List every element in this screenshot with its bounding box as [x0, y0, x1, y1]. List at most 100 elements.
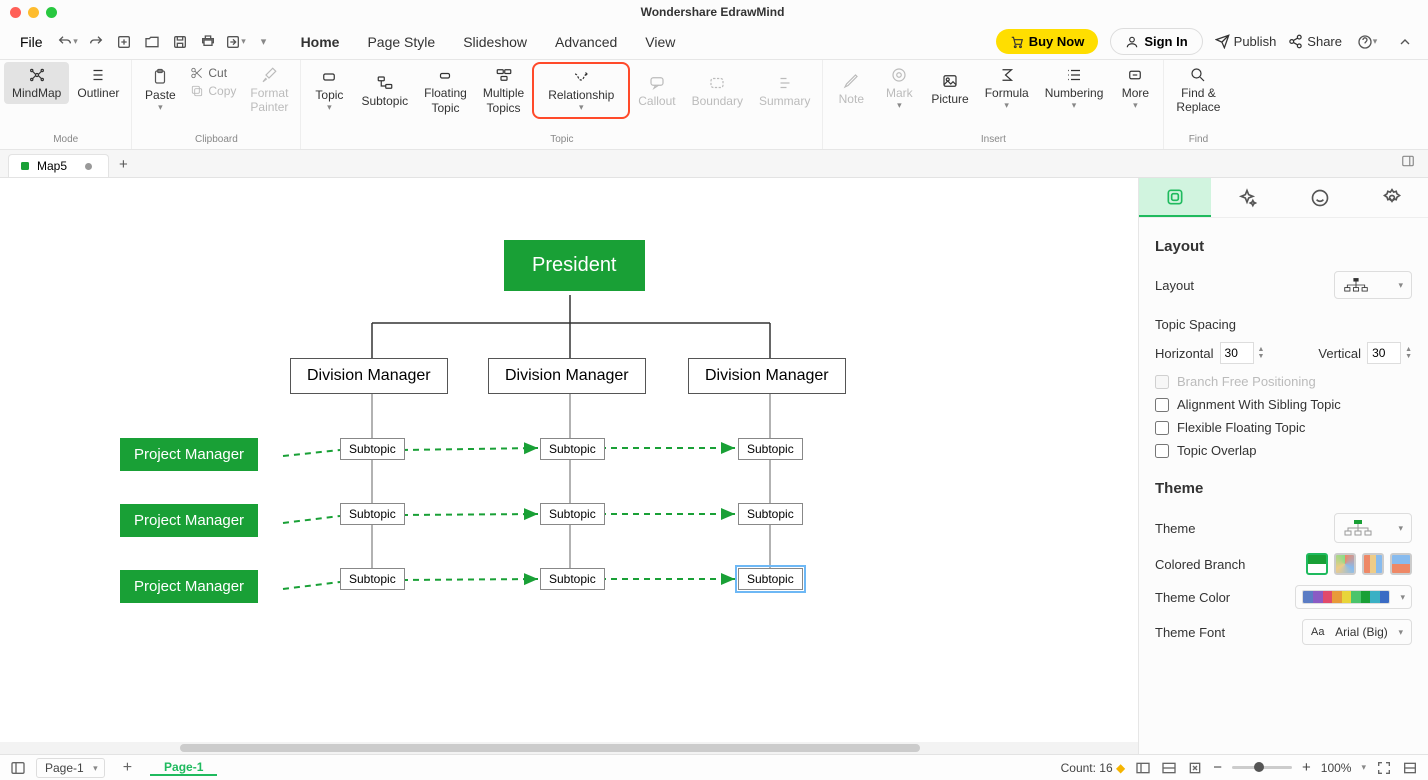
count-label: Count: 16 ◆ [1061, 761, 1126, 775]
theme-selector[interactable]: ▾ [1334, 513, 1412, 543]
format-painter-button[interactable]: Format Painter [242, 62, 296, 119]
collapse-ribbon[interactable] [1392, 29, 1418, 55]
node-subtopic[interactable]: Subtopic [738, 438, 803, 460]
v-down[interactable]: ▼ [1405, 353, 1412, 360]
node-division-1[interactable]: Division Manager [290, 358, 448, 394]
zoom-slider[interactable] [1232, 766, 1292, 769]
zoom-in[interactable]: + [1302, 759, 1311, 776]
picture-button[interactable]: Picture [923, 62, 976, 115]
multiple-topics-button[interactable]: Multiple Topics [475, 62, 532, 119]
align-sibling-checkbox[interactable]: Alignment With Sibling Topic [1155, 397, 1412, 412]
print-button[interactable] [195, 29, 221, 55]
node-subtopic[interactable]: Subtopic [738, 503, 803, 525]
window-maximize[interactable] [46, 7, 57, 18]
copy-button[interactable]: Copy [190, 84, 236, 98]
tab-slideshow[interactable]: Slideshow [461, 28, 529, 56]
summary-button[interactable]: Summary [751, 62, 818, 119]
tab-advanced[interactable]: Advanced [553, 28, 619, 56]
tab-view[interactable]: View [643, 28, 677, 56]
panel-toggle[interactable] [1396, 150, 1420, 177]
export-button[interactable]: ▾ [223, 29, 249, 55]
floating-topic-button[interactable]: Floating Topic [416, 62, 475, 119]
panel-tab-emoji[interactable] [1284, 178, 1356, 217]
node-division-3[interactable]: Division Manager [688, 358, 846, 394]
node-subtopic[interactable]: Subtopic [340, 568, 405, 590]
theme-font-selector[interactable]: Aa Arial (Big) ▾ [1302, 619, 1412, 645]
open-button[interactable] [139, 29, 165, 55]
vertical-spacing-input[interactable] [1367, 342, 1401, 364]
tab-page-style[interactable]: Page Style [365, 28, 437, 56]
formula-button[interactable]: Formula▾ [977, 62, 1037, 115]
outliner-mode[interactable]: Outliner [69, 62, 127, 104]
publish-button[interactable]: Publish [1215, 34, 1277, 49]
more-button[interactable]: More▾ [1111, 62, 1159, 115]
node-subtopic[interactable]: Subtopic [540, 503, 605, 525]
pages-panel-toggle[interactable] [10, 760, 26, 776]
node-subtopic[interactable]: Subtopic [540, 568, 605, 590]
window-close[interactable] [10, 7, 21, 18]
paste-button[interactable]: Paste ▾ [136, 62, 184, 119]
fit-view[interactable] [1187, 760, 1203, 776]
node-project-manager-3[interactable]: Project Manager [120, 570, 258, 603]
collapse-panel-button[interactable] [1402, 760, 1418, 776]
find-replace-button[interactable]: Find & Replace [1168, 62, 1228, 119]
panel-tab-settings[interactable] [1356, 178, 1428, 217]
undo-button[interactable]: ▾ [55, 29, 81, 55]
mindmap-mode[interactable]: MindMap [4, 62, 69, 104]
h-down[interactable]: ▼ [1258, 353, 1265, 360]
numbering-button[interactable]: Numbering▾ [1037, 62, 1112, 115]
branch-style-3[interactable] [1362, 553, 1384, 575]
view-mode-1[interactable] [1135, 760, 1151, 776]
share-button[interactable]: Share [1288, 34, 1342, 49]
node-subtopic[interactable]: Subtopic [340, 503, 405, 525]
cut-button[interactable]: Cut [190, 66, 236, 80]
help-button[interactable]: ▾ [1354, 29, 1380, 55]
file-menu[interactable]: File [10, 28, 53, 56]
flexible-floating-checkbox[interactable]: Flexible Floating Topic [1155, 420, 1412, 435]
layout-selector[interactable]: ▾ [1334, 271, 1412, 299]
find-label: Find & Replace [1176, 86, 1220, 115]
h-up[interactable]: ▲ [1258, 346, 1265, 353]
note-button[interactable]: Note [827, 62, 875, 115]
callout-button[interactable]: Callout [630, 62, 683, 119]
panel-tab-layout[interactable] [1139, 178, 1211, 217]
branch-style-1[interactable] [1306, 553, 1328, 575]
node-division-2[interactable]: Division Manager [488, 358, 646, 394]
document-tab[interactable]: Map5 [8, 154, 109, 177]
page-selector[interactable]: Page-1 ▾ [36, 758, 105, 778]
relationship-button[interactable]: Relationship▾ [532, 62, 630, 119]
save-button[interactable] [167, 29, 193, 55]
theme-color-selector[interactable]: ▾ [1295, 585, 1412, 609]
page-tab[interactable]: Page-1 [150, 760, 217, 776]
node-subtopic-selected[interactable]: Subtopic [738, 568, 803, 590]
mark-button[interactable]: Mark▾ [875, 62, 923, 115]
topic-button[interactable]: Topic▾ [305, 62, 353, 119]
branch-style-2[interactable] [1334, 553, 1356, 575]
horizontal-scrollbar[interactable] [0, 742, 1138, 754]
add-page-button[interactable]: + [115, 759, 140, 777]
subtopic-button[interactable]: Subtopic [353, 62, 416, 119]
panel-tab-style[interactable] [1211, 178, 1283, 217]
boundary-button[interactable]: Boundary [684, 62, 751, 119]
node-president[interactable]: President [504, 240, 645, 291]
node-subtopic[interactable]: Subtopic [540, 438, 605, 460]
add-tab-button[interactable]: + [109, 152, 138, 177]
redo-button[interactable] [83, 29, 109, 55]
new-button[interactable] [111, 29, 137, 55]
topic-overlap-checkbox[interactable]: Topic Overlap [1155, 443, 1412, 458]
view-mode-2[interactable] [1161, 760, 1177, 776]
canvas[interactable]: President Division Manager Division Mana… [0, 178, 1138, 754]
tab-home[interactable]: Home [299, 28, 342, 56]
quick-access-more[interactable]: ▾ [251, 29, 277, 55]
fullscreen-button[interactable] [1376, 760, 1392, 776]
v-up[interactable]: ▲ [1405, 346, 1412, 353]
node-project-manager-1[interactable]: Project Manager [120, 438, 258, 471]
signin-button[interactable]: Sign In [1110, 28, 1202, 55]
window-minimize[interactable] [28, 7, 39, 18]
buy-now-button[interactable]: Buy Now [996, 29, 1099, 54]
branch-style-4[interactable] [1390, 553, 1412, 575]
node-subtopic[interactable]: Subtopic [340, 438, 405, 460]
horizontal-spacing-input[interactable] [1220, 342, 1254, 364]
node-project-manager-2[interactable]: Project Manager [120, 504, 258, 537]
zoom-out[interactable]: − [1213, 759, 1222, 776]
